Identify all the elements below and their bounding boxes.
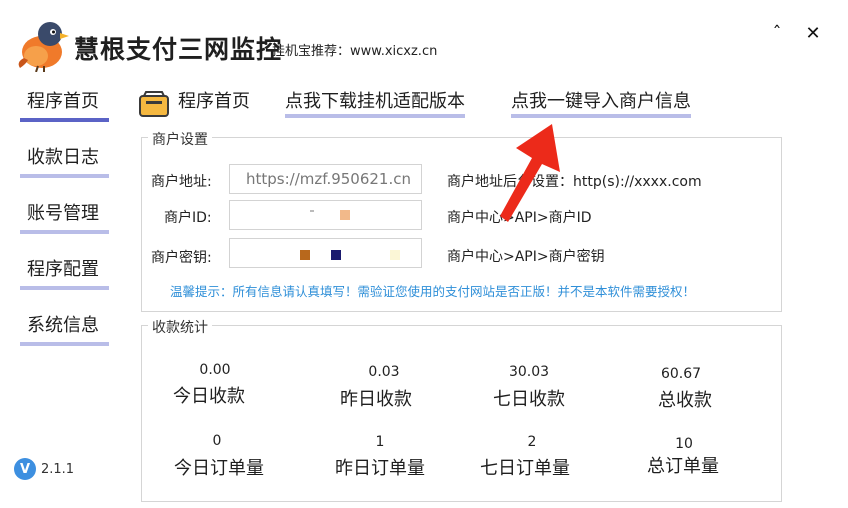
app-subtitle: 挂机宝推荐：www.xicxz.cn <box>272 44 438 59</box>
yesterday-orders-value: 1 <box>375 434 385 450</box>
merchant-address-label: 商户地址: <box>151 174 212 190</box>
yesterday-amount-label: 昨日收款 <box>340 389 412 410</box>
warning-tip: 温馨提示：所有信息请认真填写！需验证您使用的支付网站是否正版！并不是本软件需要授… <box>170 284 696 299</box>
sidebar-item-payment-log[interactable]: 收款日志 <box>20 142 109 178</box>
week-amount-label: 七日收款 <box>493 389 565 410</box>
sidebar-item-program-config[interactable]: 程序配置 <box>20 254 109 290</box>
sidebar-item-account-management[interactable]: 账号管理 <box>20 198 109 234</box>
minimize-button[interactable]: ˆ <box>764 20 790 46</box>
week-amount-value: 30.03 <box>508 364 550 380</box>
sidebar-item-system-info[interactable]: 系统信息 <box>20 310 109 346</box>
merchant-address-hint: 商户地址后台设置：http(s)://xxxx.com <box>447 174 702 190</box>
merchant-key-hint: 商户中心>API>商户密钥 <box>447 249 605 265</box>
close-button[interactable]: ✕ <box>800 20 826 46</box>
merchant-address-input[interactable]: https://mzf.950621.cn <box>229 164 422 194</box>
yesterday-amount-value: 0.03 <box>368 364 400 380</box>
week-orders-label: 七日订单量 <box>480 458 570 479</box>
tab-home[interactable]: 程序首页 <box>178 90 250 118</box>
masked-value <box>340 210 350 220</box>
red-arrow-icon <box>500 124 560 222</box>
version-text: 2.1.1 <box>41 461 75 477</box>
wallet-icon <box>139 91 169 117</box>
tab-import-merchant[interactable]: 点我一键导入商户信息 <box>511 90 691 118</box>
version-badge-icon: V <box>14 458 36 480</box>
payment-stats-title: 收款统计 <box>148 317 212 337</box>
today-amount-value: 0.00 <box>199 362 231 378</box>
merchant-settings-title: 商户设置 <box>148 129 212 149</box>
merchant-id-input[interactable] <box>229 200 422 230</box>
merchant-id-label: 商户ID: <box>164 210 212 226</box>
today-orders-label: 今日订单量 <box>174 458 264 479</box>
total-amount-value: 60.67 <box>660 366 702 382</box>
yesterday-orders-label: 昨日订单量 <box>335 458 425 479</box>
total-orders-label: 总订单量 <box>647 456 719 477</box>
tab-download-version[interactable]: 点我下载挂机适配版本 <box>285 90 465 118</box>
app-title: 慧根支付三网监控 <box>74 35 283 64</box>
total-amount-label: 总收款 <box>658 390 712 411</box>
sidebar-item-home[interactable]: 程序首页 <box>20 86 109 122</box>
today-orders-value: 0 <box>212 433 222 449</box>
masked-value <box>390 250 400 260</box>
masked-value <box>300 250 310 260</box>
bird-logo-icon <box>18 22 69 72</box>
today-amount-label: 今日收款 <box>173 386 245 407</box>
masked-value <box>310 210 314 212</box>
version-info: V 2.1.1 <box>14 458 74 480</box>
merchant-key-input[interactable] <box>229 238 422 268</box>
total-orders-value: 10 <box>675 436 693 452</box>
merchant-key-label: 商户密钥: <box>151 250 212 266</box>
week-orders-value: 2 <box>527 434 537 450</box>
masked-value <box>331 250 341 260</box>
